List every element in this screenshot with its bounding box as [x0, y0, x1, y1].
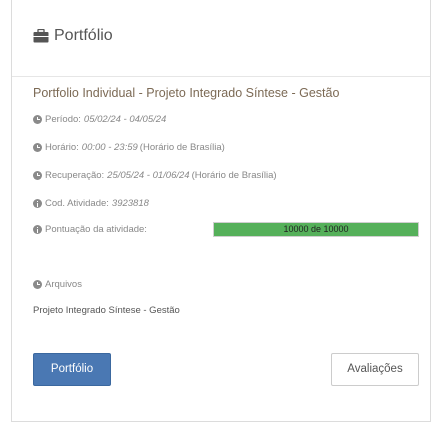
progress-text: 10000 de 10000: [283, 224, 349, 234]
portfolio-panel: Portfólio Portfolio Individual - Projeto…: [11, 0, 431, 422]
pontuacao-row: Pontuação da atividade:: [33, 224, 147, 235]
periodo-label: Período:: [45, 114, 81, 125]
cod-label: Cod. Atividade:: [45, 198, 109, 209]
activity-title: Portfolio Individual - Projeto Integrado…: [33, 86, 340, 100]
clock-icon: [33, 115, 42, 124]
pontuacao-label: Pontuação da atividade:: [45, 224, 147, 235]
panel-title-text: Portfólio: [54, 27, 113, 44]
recuperacao-timezone: (Horário de Brasília): [191, 170, 277, 181]
panel-title: Portfólio: [33, 27, 113, 45]
clock-icon: [33, 171, 42, 180]
pontuacao-progress-bar: 10000 de 10000: [213, 222, 419, 237]
recuperacao-value: 25/05/24 - 01/06/24: [107, 170, 190, 181]
recuperacao-row: Recuperação: 25/05/24 - 01/06/24 (Horári…: [33, 170, 277, 181]
horario-timezone: (Horário de Brasília): [139, 142, 225, 153]
panel-header: Portfólio: [12, 0, 430, 77]
info-icon: [33, 199, 42, 208]
briefcase-icon: [33, 29, 49, 43]
clock-icon: [33, 143, 42, 152]
cod-value: 3923818: [111, 198, 149, 209]
info-icon: [33, 225, 42, 234]
periodo-row: Período: 05/02/24 - 04/05/24: [33, 114, 166, 125]
avaliacoes-button[interactable]: Avaliações: [331, 353, 419, 386]
portfolio-button[interactable]: Portfólio: [33, 353, 111, 386]
horario-label: Horário:: [45, 142, 79, 153]
arquivos-row: Arquivos: [33, 279, 82, 290]
arquivos-label: Arquivos: [45, 279, 82, 290]
horario-row: Horário: 00:00 - 23:59 (Horário de Brasí…: [33, 142, 225, 153]
horario-value: 00:00 - 23:59: [81, 142, 138, 153]
periodo-value: 05/02/24 - 04/05/24: [83, 114, 167, 125]
clock-icon: [33, 280, 42, 289]
cod-row: Cod. Atividade: 3923818: [33, 198, 149, 209]
file-link[interactable]: Projeto Integrado Síntese - Gestão: [33, 305, 180, 316]
recuperacao-label: Recuperação:: [45, 170, 105, 181]
